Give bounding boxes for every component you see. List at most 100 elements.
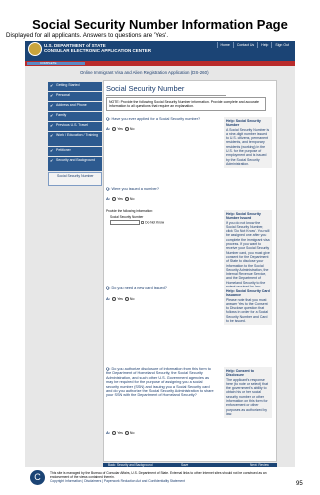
contact-link[interactable]: Contact Us xyxy=(232,42,258,48)
question-text: Have you ever applied for a Social Secur… xyxy=(111,117,201,121)
sidebar-item-label: Personal xyxy=(56,93,70,97)
radio-no-label: No xyxy=(129,431,135,435)
help-title: Help: Social Security Number xyxy=(226,119,261,128)
site-title: U.S. DEPARTMENT of STATE CONSULAR ELECTR… xyxy=(44,43,151,53)
ssn-entry: Do Not Know xyxy=(110,220,164,225)
sidebar: ✔ Getting Started ✔ Personal ✔ Address and … xyxy=(48,82,102,187)
help-text: The applicant's response here (to note o… xyxy=(226,377,269,416)
check-icon: ✔ xyxy=(50,113,54,118)
question-issued-number: Q: Were you issued a number? xyxy=(106,186,206,191)
home-link[interactable]: Home xyxy=(216,42,233,48)
radio-no[interactable] xyxy=(124,297,129,302)
radio-yes-label: Yes xyxy=(117,197,123,201)
do-not-know-checkbox[interactable] xyxy=(140,220,145,225)
answer-new-card: A: Yes No xyxy=(106,296,135,302)
document-subtitle: Displayed for all applicants. Answers to… xyxy=(6,32,169,39)
sidebar-item-security-background[interactable]: ✔ Security and Background xyxy=(48,157,102,171)
help-title: Help: Social Security Number Issued xyxy=(226,212,261,221)
check-icon: ✔ xyxy=(50,83,54,88)
sidebar-item-previous-travel[interactable]: ✔ Previous U.S. Travel xyxy=(48,122,102,131)
ssn-input[interactable] xyxy=(110,220,140,225)
check-icon: ✔ xyxy=(50,123,54,128)
progress-label: COMPLETE xyxy=(40,61,57,65)
radio-yes-label: Yes xyxy=(117,127,123,131)
header-links: Home Contact Us Help Sign Out xyxy=(216,42,292,48)
check-icon: ✔ xyxy=(50,158,54,163)
radio-no-label: No xyxy=(129,297,135,301)
footer-text: This site is managed by the Bureau of Co… xyxy=(50,471,285,483)
sidebar-item-label: Security and Background xyxy=(56,158,96,162)
question-marker: Q: xyxy=(106,186,111,191)
sidebar-item-address[interactable]: ✔ Address and Phone xyxy=(48,102,102,111)
question-marker: Q: xyxy=(106,285,111,290)
sidebar-item-personal[interactable]: ✔ Personal xyxy=(48,92,102,101)
check-icon: ✔ xyxy=(50,93,54,98)
help-title: Help: Social Security Card Issuance xyxy=(226,289,270,298)
help-box-ssn-issued: Help: Social Security Number Issued If y… xyxy=(224,210,272,292)
answer-marker: A: xyxy=(106,126,111,131)
radio-yes[interactable] xyxy=(112,127,117,132)
page-number: 95 xyxy=(296,481,303,487)
ssn-field-label: Social Security Number xyxy=(110,215,144,219)
radio-no[interactable] xyxy=(124,197,129,202)
radio-yes[interactable] xyxy=(112,297,117,302)
state-seal-icon xyxy=(28,42,42,56)
question-text: Do you authorize disclosure of informati… xyxy=(106,367,214,398)
sidebar-item-label: Previous U.S. Travel xyxy=(56,123,88,127)
question-consent-disclose: Q: Do you authorize disclosure of inform… xyxy=(106,366,216,398)
answer-marker: A: xyxy=(106,430,111,435)
answer-consent-disclose: A: Yes No xyxy=(106,430,135,436)
sidebar-item-label: Work / Education / Training xyxy=(56,133,98,137)
sidebar-item-label: Petitioner xyxy=(56,148,71,152)
footer-notice: This site is managed by the Bureau of Co… xyxy=(50,471,267,479)
sidebar-item-getting-started[interactable]: ✔ Getting Started xyxy=(48,82,102,91)
sidebar-item-label: Social Security Number xyxy=(57,174,94,178)
check-icon: ✔ xyxy=(50,103,54,108)
help-box-consent: Help: Consent to Disclosure The applican… xyxy=(224,367,272,419)
radio-no-label: No xyxy=(129,127,135,131)
answer-issued-number: A: Yes No xyxy=(106,196,135,202)
site-title-line2: CONSULAR ELECTRONIC APPLICATION CENTER xyxy=(44,48,152,53)
sidebar-item-family[interactable]: ✔ Family xyxy=(48,112,102,121)
question-applied-ssn: Q: Have you ever applied for a Social Se… xyxy=(106,116,206,121)
check-icon: ✔ xyxy=(50,133,54,138)
help-box-ssn: Help: Social Security Number A Social Se… xyxy=(224,117,272,169)
radio-yes[interactable] xyxy=(112,431,117,436)
question-new-card: Q: Do you need a new card issued? xyxy=(106,285,206,290)
consular-logo-icon: C xyxy=(30,470,45,485)
page-title: Social Security Number xyxy=(106,84,226,96)
question-marker: Q: xyxy=(106,366,111,371)
help-text: A Social Security Number is a nine-digit… xyxy=(226,127,270,166)
check-icon: ✔ xyxy=(50,148,54,153)
question-marker: Q: xyxy=(106,116,111,121)
form-title: Online Immigrant Visa and Alien Registra… xyxy=(80,70,209,75)
instruction-note: NOTE: Provide the following Social Secur… xyxy=(106,97,266,112)
help-link[interactable]: Help xyxy=(257,42,272,48)
sidebar-item-label: Address and Phone xyxy=(56,103,87,107)
provide-info-label: Provide the following information: xyxy=(106,209,153,213)
sign-out-link[interactable]: Sign Out xyxy=(271,42,292,48)
sidebar-item-petitioner[interactable]: ✔ Petitioner xyxy=(48,147,102,156)
help-text: Please note that you must answer Yes to … xyxy=(226,297,269,324)
sidebar-item-ssn[interactable]: Social Security Number xyxy=(48,172,102,186)
radio-no[interactable] xyxy=(124,431,129,436)
sidebar-item-work-education[interactable]: ✔ Work / Education / Training xyxy=(48,132,102,146)
do-not-know-label: Do Not Know xyxy=(145,220,165,225)
answer-marker: A: xyxy=(106,296,111,301)
footer-links[interactable]: Copyright Information | Disclaimers | Pa… xyxy=(50,479,285,483)
radio-no-label: No xyxy=(129,197,135,201)
answer-applied-ssn: A: Yes No xyxy=(106,126,135,132)
document-title: Social Security Number Information Page xyxy=(32,17,288,32)
sidebar-item-label: Getting Started xyxy=(56,83,80,87)
radio-yes[interactable] xyxy=(112,197,117,202)
sidebar-item-label: Family xyxy=(56,113,67,117)
help-text: If you do not know the Social Security N… xyxy=(226,220,270,289)
help-title: Help: Consent to Disclosure xyxy=(226,369,254,378)
question-text: Were you issued a number? xyxy=(111,187,159,191)
radio-no[interactable] xyxy=(124,127,129,132)
question-text: Do you need a new card issued? xyxy=(111,286,167,290)
help-box-card-issuance: Help: Social Security Card Issuance Plea… xyxy=(224,287,272,326)
radio-yes-label: Yes xyxy=(117,431,123,435)
radio-yes-label: Yes xyxy=(117,297,123,301)
answer-marker: A: xyxy=(106,196,111,201)
